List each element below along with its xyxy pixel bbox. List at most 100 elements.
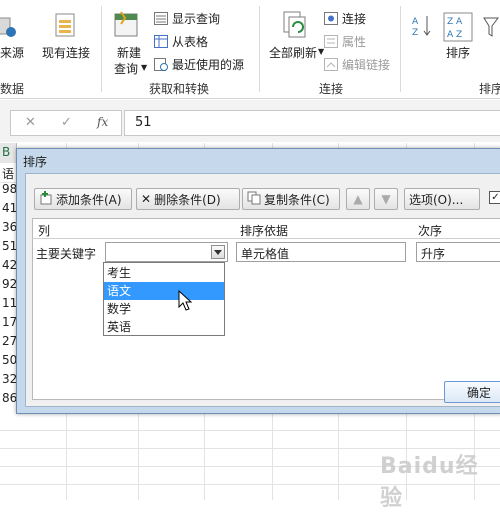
get-data-label[interactable]: 来源 bbox=[0, 44, 24, 61]
edit-links-button[interactable]: 编辑链接 bbox=[324, 56, 390, 73]
svg-text:A Z: A Z bbox=[447, 30, 462, 40]
cell-value[interactable]: 42 bbox=[2, 258, 17, 272]
copy-icon bbox=[247, 191, 261, 208]
from-table-label: 从表格 bbox=[172, 35, 209, 49]
has-headers-checkbox[interactable]: ✓ bbox=[489, 191, 500, 204]
new-query-label-1[interactable]: 新建 bbox=[117, 44, 141, 61]
connections-icon bbox=[324, 12, 338, 25]
insert-function-icon[interactable]: fx bbox=[97, 115, 108, 129]
column-select[interactable] bbox=[105, 242, 228, 262]
cell-value[interactable]: 92 bbox=[2, 277, 17, 291]
primary-key-label: 主要关键字 bbox=[36, 247, 97, 261]
svg-text:A: A bbox=[412, 17, 419, 27]
ribbon: 来源 现有连接 新建 查询 ▼ 显示查询 从表格 最近使用的源 获取和转换 数据… bbox=[0, 0, 500, 99]
cell-value[interactable]: 11 bbox=[2, 296, 17, 310]
from-table-button[interactable]: 从表格 bbox=[154, 33, 208, 50]
recent-sources-icon bbox=[154, 58, 168, 71]
dialog-title-bar[interactable]: 排序 bbox=[17, 149, 500, 171]
header-divider bbox=[32, 238, 500, 239]
cell-value[interactable]: 41 bbox=[2, 201, 17, 215]
show-queries-label: 显示查询 bbox=[172, 12, 221, 26]
order-select[interactable]: 升序 bbox=[416, 242, 500, 262]
move-up-button[interactable]: ▲ bbox=[346, 188, 370, 210]
cell-value[interactable]: 27 bbox=[2, 334, 17, 348]
options-button[interactable]: 选项(O)... bbox=[404, 188, 480, 210]
edit-links-icon bbox=[324, 58, 338, 71]
dropdown-option[interactable]: 数学 bbox=[104, 300, 224, 318]
filter-icon[interactable] bbox=[482, 14, 500, 42]
delete-condition-button[interactable]: ✕ 删除条件(D) bbox=[136, 188, 240, 210]
cell-value[interactable]: 32 bbox=[2, 372, 17, 386]
column-header-label: B bbox=[2, 145, 11, 159]
show-queries-icon bbox=[154, 12, 168, 25]
existing-connections-icon[interactable] bbox=[53, 12, 79, 40]
copy-condition-label: 复制条件(C) bbox=[264, 192, 330, 207]
properties-label: 属性 bbox=[342, 35, 367, 49]
delete-condition-label: 删除条件(D) bbox=[154, 192, 221, 207]
table-icon bbox=[154, 35, 168, 48]
cell-value[interactable]: 98 bbox=[2, 182, 17, 196]
dropdown-option-selected[interactable]: 语文 bbox=[104, 282, 224, 300]
sort-ascending-icon[interactable]: AZ bbox=[412, 14, 434, 38]
ribbon-separator bbox=[400, 6, 401, 92]
cancel-icon[interactable]: ✕ bbox=[25, 115, 36, 130]
svg-text:Z A: Z A bbox=[447, 17, 463, 27]
dropdown-option[interactable]: 考生 bbox=[104, 264, 224, 282]
mouse-cursor-icon bbox=[178, 289, 194, 312]
cell-value[interactable]: 36 bbox=[2, 220, 17, 234]
sort-dialog: 排序 添加条件(A) ✕ 删除条件(D) 复制条件(C) ▲ ▼ 选项(O)..… bbox=[16, 148, 500, 414]
dropdown-option[interactable]: 英语 bbox=[104, 318, 224, 336]
add-condition-label: 添加条件(A) bbox=[56, 192, 122, 207]
add-condition-button[interactable]: 添加条件(A) bbox=[34, 188, 132, 210]
column-select-chevron-down-icon[interactable] bbox=[211, 245, 225, 259]
formula-input[interactable]: 51 bbox=[124, 110, 500, 136]
svg-text:Z: Z bbox=[412, 28, 418, 38]
dialog-body: 添加条件(A) ✕ 删除条件(D) 复制条件(C) ▲ ▼ 选项(O)... ✓… bbox=[25, 173, 500, 407]
delete-icon: ✕ bbox=[141, 192, 152, 206]
enter-icon[interactable]: ✓ bbox=[61, 115, 72, 130]
refresh-all-icon[interactable] bbox=[280, 10, 310, 40]
new-query-icon[interactable] bbox=[113, 10, 143, 40]
recent-sources-button[interactable]: 最近使用的源 bbox=[154, 56, 244, 73]
sort-button[interactable]: 排序 bbox=[446, 44, 470, 61]
group-sort-partial: 排序 bbox=[479, 82, 500, 96]
sort-on-select-value: 单元格值 bbox=[241, 247, 290, 261]
move-down-button[interactable]: ▼ bbox=[374, 188, 398, 210]
ok-button[interactable]: 确定 bbox=[444, 381, 500, 403]
ribbon-separator bbox=[101, 6, 102, 92]
move-up-icon: ▲ bbox=[353, 192, 363, 206]
sort-dialog-icon[interactable]: Z A A Z bbox=[443, 12, 473, 44]
cell-text: 语 bbox=[2, 167, 15, 181]
order-select-value: 升序 bbox=[421, 247, 446, 261]
formula-value: 51 bbox=[135, 115, 152, 130]
dialog-title: 排序 bbox=[23, 155, 48, 169]
cell-value[interactable]: 17 bbox=[2, 315, 17, 329]
new-query-label-2[interactable]: 查询 bbox=[114, 60, 138, 77]
column-dropdown-list: 考生 语文 数学 英语 bbox=[103, 262, 225, 336]
refresh-all-button[interactable]: 全部刷新 bbox=[269, 44, 317, 61]
watermark: Baidu经验 bbox=[380, 454, 479, 511]
group-connections: 连接 bbox=[319, 82, 344, 96]
cell-column: 98 41 36 51 42 92 11 17 27 50 32 86 bbox=[0, 182, 17, 412]
column-header[interactable]: B bbox=[0, 143, 17, 163]
group-get-transform: 获取和转换 bbox=[149, 82, 210, 96]
move-down-icon: ▼ bbox=[381, 192, 391, 206]
recent-sources-label: 最近使用的源 bbox=[172, 58, 245, 72]
connections-button[interactable]: 连接 bbox=[324, 10, 366, 27]
group-data-partial: 数据 bbox=[0, 82, 25, 96]
properties-button[interactable]: 属性 bbox=[324, 33, 366, 50]
properties-icon bbox=[324, 35, 338, 48]
cell-value[interactable]: 86 bbox=[2, 391, 17, 405]
cell-value[interactable]: 50 bbox=[2, 353, 17, 367]
new-query-chevron-down-icon[interactable]: ▼ bbox=[141, 63, 147, 72]
add-condition-icon bbox=[39, 190, 53, 208]
get-data-icon[interactable] bbox=[0, 16, 16, 38]
gridline bbox=[0, 430, 500, 431]
copy-condition-button[interactable]: 复制条件(C) bbox=[242, 188, 340, 210]
cell[interactable]: 语 bbox=[0, 164, 16, 183]
sort-on-select[interactable]: 单元格值 bbox=[236, 242, 406, 262]
show-queries-button[interactable]: 显示查询 bbox=[154, 10, 220, 27]
edit-links-label: 编辑链接 bbox=[342, 58, 391, 72]
cell-value[interactable]: 51 bbox=[2, 239, 17, 253]
existing-connections-button[interactable]: 现有连接 bbox=[42, 44, 90, 61]
